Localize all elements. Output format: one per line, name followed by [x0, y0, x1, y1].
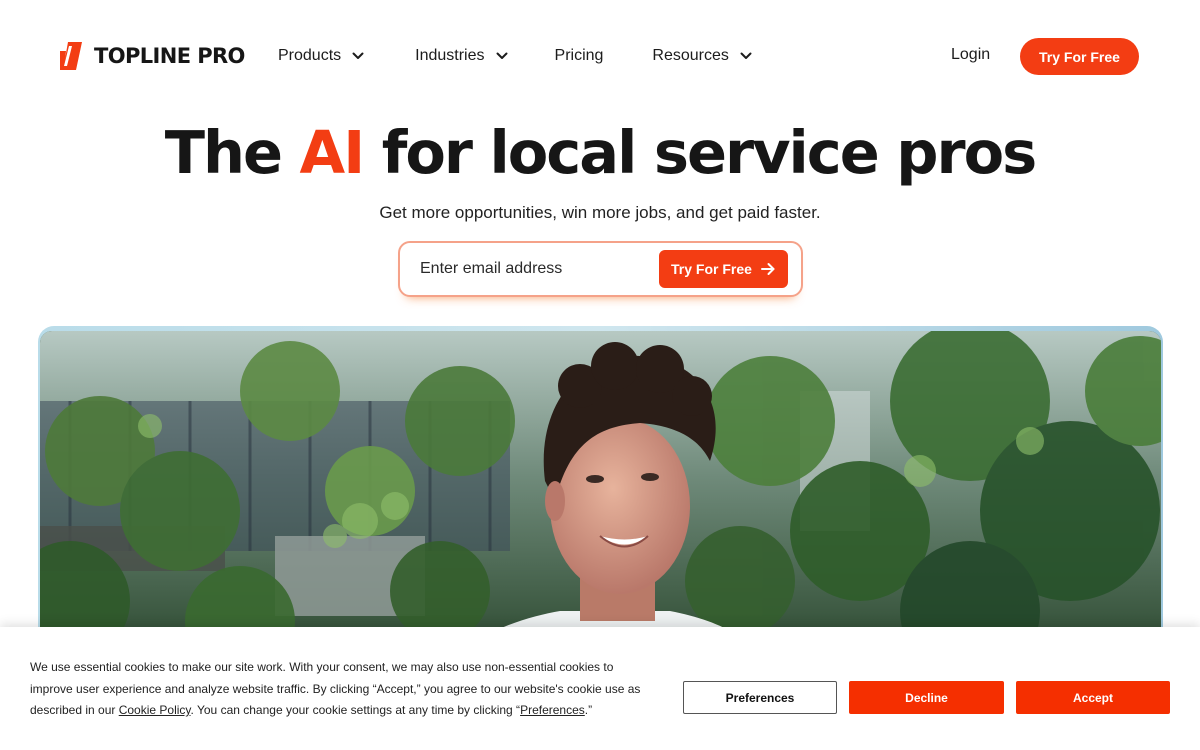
accept-button[interactable]: Accept: [1016, 681, 1170, 714]
hero-subtitle: Get more opportunities, win more jobs, a…: [379, 203, 821, 222]
header-try-free-button[interactable]: Try For Free: [1020, 38, 1139, 75]
hero-media-frame: [38, 326, 1163, 656]
decline-button[interactable]: Decline: [849, 681, 1004, 714]
brand-name: TOPLINE PRO: [94, 44, 245, 68]
cookie-banner: We use essential cookies to make our sit…: [0, 627, 1200, 750]
email-input[interactable]: [420, 258, 650, 280]
preferences-button[interactable]: Preferences: [683, 681, 837, 714]
hero-title-accent: AI: [299, 118, 366, 187]
hero-title: The AI for local service pros: [0, 118, 1200, 187]
nav-item-resources[interactable]: Resources: [652, 44, 752, 68]
cookie-text-part: .”: [584, 703, 593, 717]
nav-item-industries[interactable]: Industries: [415, 44, 508, 68]
nav-item-label: Resources: [652, 47, 729, 64]
hero-title-end: for local service pros: [363, 118, 1038, 187]
chevron-down-icon: [740, 52, 752, 59]
cookie-policy-link[interactable]: Cookie Policy: [119, 703, 191, 717]
nav-item-label: Pricing: [554, 47, 604, 64]
signup-form: Try For Free: [398, 241, 803, 297]
nav-item-products[interactable]: Products: [278, 44, 365, 68]
arrow-right-icon: [760, 263, 775, 275]
garden-portrait-illustration: [40, 331, 1161, 656]
hero-cta-label: Try For Free: [671, 261, 752, 277]
login-link[interactable]: Login: [951, 46, 990, 64]
main-nav: Products Industries Pricing Resources: [278, 44, 753, 68]
chevron-down-icon: [352, 52, 364, 59]
preferences-link[interactable]: Preferences: [520, 703, 585, 717]
nav-item-label: Industries: [415, 47, 485, 64]
cookie-text-part: . You can change your cookie settings at…: [190, 703, 521, 717]
hero-photo: [40, 331, 1161, 656]
nav-item-label: Products: [278, 47, 342, 64]
brand-logo[interactable]: TOPLINE PRO: [60, 42, 245, 70]
hero-try-free-button[interactable]: Try For Free: [659, 250, 788, 288]
chevron-down-icon: [496, 52, 508, 59]
nav-item-pricing[interactable]: Pricing: [555, 44, 604, 68]
hero-title-start: The: [164, 118, 300, 187]
cookie-text: We use essential cookies to make our sit…: [30, 657, 655, 722]
logo-mark-icon: [60, 42, 82, 70]
site-header: TOPLINE PRO Products Industries Pricing …: [0, 0, 1200, 112]
